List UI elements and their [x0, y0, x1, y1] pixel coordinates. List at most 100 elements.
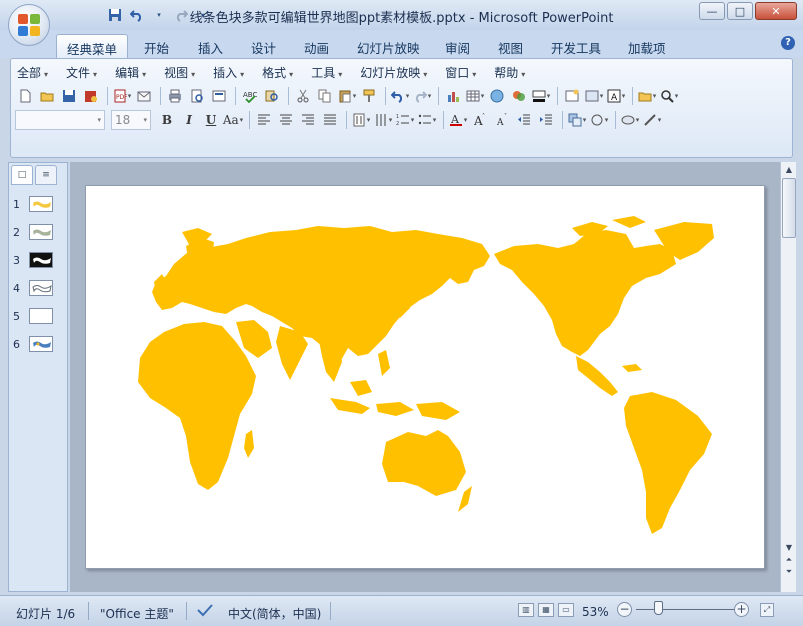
slide-design-icon[interactable]	[584, 86, 604, 106]
spelling-icon[interactable]: ABC	[240, 86, 260, 106]
tab-animation[interactable]: 动画	[294, 34, 339, 58]
tab-developer[interactable]: 开发工具	[541, 34, 611, 58]
increase-indent-icon[interactable]	[536, 110, 556, 130]
decrease-indent-icon[interactable]	[514, 110, 534, 130]
maximize-button[interactable]: □	[727, 2, 753, 20]
copy-icon[interactable]	[315, 86, 335, 106]
menu-edit[interactable]: 编辑 ▾	[115, 64, 146, 82]
insert-table-icon[interactable]	[465, 86, 485, 106]
cut-icon[interactable]	[293, 86, 313, 106]
align-center-icon[interactable]	[276, 110, 296, 130]
menu-all[interactable]: 全部 ▾	[17, 64, 48, 82]
menu-help[interactable]: 帮助 ▾	[494, 64, 525, 82]
scroll-up-icon[interactable]: ▲	[782, 164, 796, 176]
menu-file[interactable]: 文件 ▾	[66, 64, 97, 82]
next-slide-icon[interactable]: ⏷	[782, 566, 796, 578]
scrollbar-thumb[interactable]	[782, 178, 796, 238]
find-icon[interactable]	[659, 86, 679, 106]
shape-outline-icon[interactable]	[642, 110, 662, 130]
slide-thumbnail-2[interactable]: 2	[13, 223, 65, 241]
open-folder-icon[interactable]	[637, 86, 657, 106]
shape-fill-icon[interactable]	[620, 110, 640, 130]
menu-view[interactable]: 视图 ▾	[164, 64, 195, 82]
menu-tools[interactable]: 工具 ▾	[311, 64, 342, 82]
open-folder-icon[interactable]	[37, 86, 57, 106]
paste-icon[interactable]	[337, 86, 357, 106]
increase-font-icon[interactable]: A ˄	[470, 110, 490, 130]
arrange-icon[interactable]	[567, 110, 587, 130]
normal-view-icon[interactable]: ▥	[518, 603, 534, 617]
world-map[interactable]	[86, 186, 766, 570]
insert-picture-icon[interactable]	[509, 86, 529, 106]
italic-button[interactable]: I	[179, 110, 199, 130]
tab-review[interactable]: 审阅	[435, 34, 480, 58]
email-icon[interactable]	[134, 86, 154, 106]
scroll-down-icon[interactable]: ▼	[782, 542, 796, 554]
menu-window[interactable]: 窗口 ▾	[445, 64, 476, 82]
tab-addins[interactable]: 加载项	[618, 34, 676, 58]
new-slide-icon[interactable]	[562, 86, 582, 106]
zoom-in-icon[interactable]: +	[734, 602, 749, 617]
font-size-combo[interactable]: 18 ▾	[111, 110, 151, 130]
tab-insert[interactable]: 插入	[188, 34, 233, 58]
zoom-out-icon[interactable]: −	[617, 602, 632, 617]
change-case-button[interactable]: Aa	[223, 110, 243, 130]
print-preview-icon[interactable]	[187, 86, 207, 106]
language-indicator[interactable]: 中文(简体，中国)	[228, 605, 321, 622]
office-button[interactable]	[8, 4, 50, 46]
tab-classic-menu[interactable]: 经典菜单	[56, 34, 129, 58]
font-color-icon[interactable]: A	[448, 110, 468, 130]
tab-slideshow[interactable]: 幻灯片放映	[347, 34, 430, 58]
slide-thumbnail-3[interactable]: 3	[13, 251, 65, 269]
tab-home[interactable]: 开始	[134, 34, 179, 58]
permission-icon[interactable]	[81, 86, 101, 106]
bold-button[interactable]: B	[157, 110, 177, 130]
slide-sorter-view-icon[interactable]: ▦	[538, 603, 554, 617]
shapes-icon[interactable]	[589, 110, 609, 130]
numbering-icon[interactable]: 12	[395, 110, 415, 130]
fill-color-icon[interactable]	[531, 86, 551, 106]
print-icon[interactable]	[165, 86, 185, 106]
bullets-icon[interactable]	[417, 110, 437, 130]
align-left-icon[interactable]	[254, 110, 274, 130]
align-text-icon[interactable]	[373, 110, 393, 130]
menu-insert[interactable]: 插入 ▾	[213, 64, 244, 82]
format-painter-icon[interactable]	[359, 86, 379, 106]
undo-icon[interactable]	[390, 86, 410, 106]
slide-thumbnail-5[interactable]: 5	[13, 307, 65, 325]
export-pdf-icon[interactable]: PDF	[112, 86, 132, 106]
slide-thumbnail-6[interactable]: 6	[13, 335, 65, 353]
clip-art-icon[interactable]	[487, 86, 507, 106]
slides-tab[interactable]: □	[11, 165, 33, 185]
close-button[interactable]: ✕	[755, 2, 797, 20]
slide-thumbnail-4[interactable]: 4	[13, 279, 65, 297]
menu-slideshow[interactable]: 幻灯片放映 ▾	[360, 64, 427, 82]
redo-icon[interactable]	[412, 86, 432, 106]
slide-layout-icon[interactable]	[209, 86, 229, 106]
zoom-slider-handle[interactable]	[654, 601, 663, 615]
underline-button[interactable]: U	[201, 110, 221, 130]
vertical-scrollbar[interactable]: ▲ ▼ ⏶ ⏷	[780, 162, 796, 592]
justify-icon[interactable]	[320, 110, 340, 130]
help-icon[interactable]: ?	[781, 36, 795, 50]
new-document-icon[interactable]	[15, 86, 35, 106]
text-direction-icon[interactable]	[351, 110, 371, 130]
previous-slide-icon[interactable]: ⏶	[782, 554, 796, 566]
text-box-icon[interactable]: A	[606, 86, 626, 106]
current-slide[interactable]	[85, 185, 765, 569]
save-icon[interactable]	[59, 86, 79, 106]
font-name-combo[interactable]: ▾	[15, 110, 105, 130]
menu-format[interactable]: 格式 ▾	[262, 64, 293, 82]
fit-to-window-icon[interactable]: ⤢	[760, 603, 774, 617]
spellcheck-icon[interactable]	[196, 602, 214, 621]
outline-tab[interactable]: ≡	[35, 165, 57, 185]
tab-view[interactable]: 视图	[488, 34, 533, 58]
minimize-button[interactable]: —	[699, 2, 725, 20]
align-right-icon[interactable]	[298, 110, 318, 130]
insert-chart-icon[interactable]	[443, 86, 463, 106]
zoom-level[interactable]: 53%	[582, 605, 609, 619]
research-icon[interactable]	[262, 86, 282, 106]
decrease-font-icon[interactable]: A ˅	[492, 110, 512, 130]
slide-thumbnail-1[interactable]: 1	[13, 195, 65, 213]
tab-design[interactable]: 设计	[241, 34, 286, 58]
